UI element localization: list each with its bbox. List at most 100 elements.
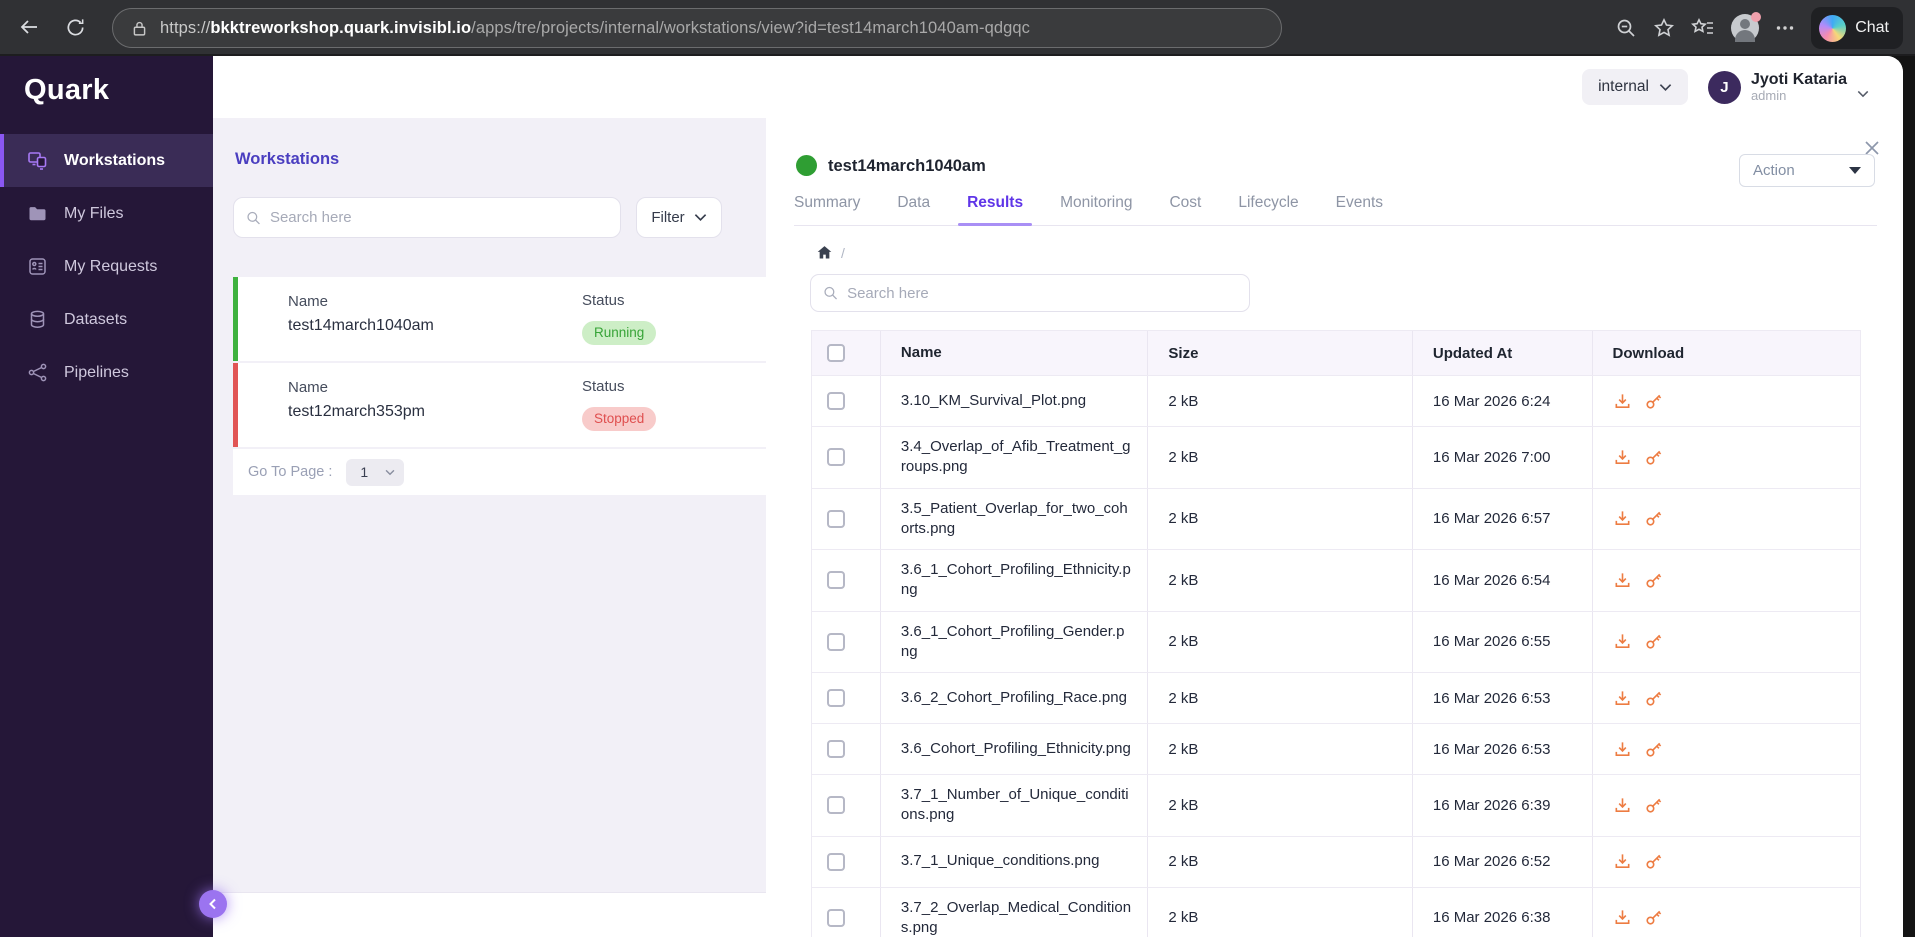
- workstation-name: test14march1040am: [288, 317, 434, 334]
- select-all-checkbox[interactable]: [827, 344, 845, 362]
- sidebar-item-pipelines[interactable]: Pipelines: [0, 346, 213, 399]
- download-icon[interactable]: [1613, 796, 1632, 815]
- row-select-cell: [812, 550, 881, 611]
- url-path: /apps/tre/projects/internal/workstations…: [471, 18, 1031, 37]
- results-search-input[interactable]: [847, 284, 1237, 302]
- row-select-cell: [812, 488, 881, 549]
- browser-toolbar-right: Chat: [1615, 0, 1905, 56]
- home-icon[interactable]: [816, 244, 833, 261]
- column-header-download: Download: [1612, 344, 1685, 362]
- favorite-star-icon[interactable]: [1653, 17, 1675, 39]
- status-label: Status: [582, 292, 625, 309]
- row-checkbox[interactable]: [827, 689, 845, 707]
- file-updated-cell: 16 Mar 2026 6:38: [1413, 887, 1593, 937]
- sidebar-item-datasets[interactable]: Datasets: [0, 293, 213, 346]
- workstation-card[interactable]: Name test14march1040am Status Running: [233, 277, 766, 363]
- key-icon[interactable]: [1644, 571, 1663, 590]
- row-checkbox[interactable]: [827, 392, 845, 410]
- file-actions-cell: [1593, 673, 1860, 723]
- file-size-cell: 2 kB: [1148, 724, 1413, 774]
- key-icon[interactable]: [1644, 852, 1663, 871]
- card-status-field: Status Stopped: [582, 378, 657, 431]
- workstation-card[interactable]: Name test12march353pm Status Stopped: [233, 363, 766, 449]
- download-icon[interactable]: [1613, 852, 1632, 871]
- user-menu[interactable]: J Jyoti Kataria admin: [1707, 70, 1869, 104]
- sidebar-collapse-button[interactable]: [199, 890, 227, 918]
- user-avatar: J: [1707, 70, 1741, 104]
- zoom-out-icon[interactable]: [1615, 17, 1637, 39]
- row-checkbox[interactable]: [827, 509, 845, 528]
- file-actions-cell: [1593, 837, 1860, 887]
- user-name: Jyoti Kataria: [1750, 70, 1847, 88]
- card-status-field: Status Running: [582, 292, 657, 345]
- detail-tabs: Summary Data Results Monitoring Cost Lifecycl…: [794, 194, 1877, 226]
- chevron-down-icon: [385, 469, 395, 475]
- row-checkbox[interactable]: [827, 571, 845, 590]
- file-name-cell: 3.6_2_Cohort_Profiling_Race.png: [881, 673, 1149, 723]
- filter-button[interactable]: Filter: [636, 197, 722, 238]
- browser-reload-button[interactable]: [58, 10, 92, 44]
- key-icon[interactable]: [1644, 740, 1663, 759]
- workstation-detail-panel: test14march1040am Action Summary Data Resu…: [766, 118, 1903, 937]
- key-icon[interactable]: [1644, 689, 1663, 708]
- key-icon[interactable]: [1644, 796, 1663, 815]
- sidebar-item-my-requests[interactable]: My Requests: [0, 240, 213, 293]
- key-icon[interactable]: [1644, 632, 1663, 651]
- select-all-cell: [812, 331, 881, 375]
- project-selector[interactable]: internal: [1582, 69, 1688, 105]
- browser-back-button[interactable]: [12, 10, 46, 44]
- download-icon[interactable]: [1613, 740, 1632, 759]
- results-search[interactable]: [810, 274, 1250, 312]
- key-icon[interactable]: [1644, 509, 1663, 528]
- row-checkbox[interactable]: [827, 852, 845, 871]
- row-checkbox[interactable]: [827, 448, 845, 467]
- breadcrumb-separator: /: [841, 244, 845, 261]
- tab-cost[interactable]: Cost: [1169, 194, 1201, 225]
- download-icon[interactable]: [1613, 509, 1632, 528]
- download-icon[interactable]: [1613, 392, 1632, 411]
- row-checkbox[interactable]: [827, 632, 845, 651]
- key-icon[interactable]: [1644, 392, 1663, 411]
- download-icon[interactable]: [1613, 632, 1632, 651]
- row-checkbox[interactable]: [827, 908, 845, 927]
- sidebar-item-my-files[interactable]: My Files: [0, 187, 213, 240]
- download-icon[interactable]: [1613, 448, 1632, 467]
- tab-summary[interactable]: Summary: [794, 194, 860, 225]
- tab-monitoring[interactable]: Monitoring: [1060, 194, 1132, 225]
- download-icon[interactable]: [1613, 908, 1632, 927]
- copilot-chat-button[interactable]: Chat: [1811, 7, 1903, 49]
- key-icon[interactable]: [1644, 448, 1663, 467]
- tab-lifecycle[interactable]: Lifecycle: [1238, 194, 1298, 225]
- row-checkbox[interactable]: [827, 740, 845, 758]
- tab-data[interactable]: Data: [897, 194, 930, 225]
- browser-profile-avatar[interactable]: [1731, 12, 1762, 42]
- table-header-row: Name Size Updated At Download: [812, 331, 1860, 376]
- page-select[interactable]: 1: [346, 458, 405, 486]
- file-size-cell: 2 kB: [1148, 775, 1413, 836]
- file-name-cell: 3.7_1_Number_of_Unique_conditions.png: [881, 775, 1149, 836]
- address-bar[interactable]: https://bkktreworkshop.quark.invisibl.io…: [112, 8, 1282, 48]
- sidebar-item-workstations[interactable]: Workstations: [0, 134, 213, 187]
- tab-events[interactable]: Events: [1336, 194, 1383, 225]
- key-icon[interactable]: [1644, 908, 1663, 927]
- workstations-search[interactable]: [233, 197, 621, 238]
- row-select-cell: [812, 376, 881, 426]
- row-select-cell: [812, 887, 881, 937]
- browser-menu-icon[interactable]: [1775, 18, 1795, 38]
- status-bar: [233, 363, 238, 447]
- action-dropdown[interactable]: Action: [1739, 154, 1875, 187]
- row-checkbox[interactable]: [827, 796, 845, 815]
- table-row: 3.6_1_Cohort_Profiling_Gender.png 2 kB 16 …: [812, 611, 1860, 673]
- datasets-icon: [27, 309, 48, 330]
- favorites-bar-icon[interactable]: [1691, 17, 1715, 39]
- download-icon[interactable]: [1613, 689, 1632, 708]
- sidebar: Quark Workstations My Files My Requests Dat…: [0, 56, 227, 937]
- filter-label: Filter: [651, 209, 685, 226]
- file-updated-cell: 16 Mar 2026 6:53: [1413, 724, 1593, 774]
- card-name-field: Name test12march353pm: [288, 379, 766, 421]
- row-select-cell: [812, 611, 881, 672]
- download-icon[interactable]: [1613, 571, 1632, 590]
- name-label: Name: [288, 379, 329, 396]
- tab-results[interactable]: Results: [958, 194, 1033, 226]
- workstations-search-input[interactable]: [269, 209, 608, 226]
